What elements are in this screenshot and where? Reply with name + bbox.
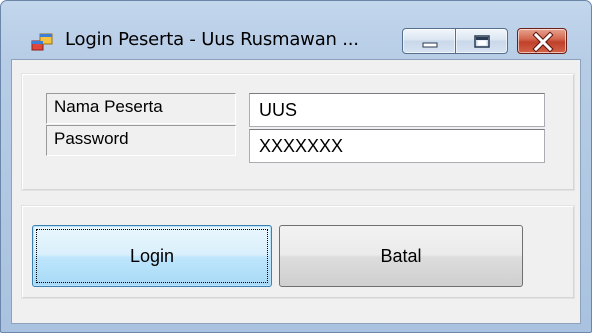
login-button[interactable]: Login (32, 225, 272, 287)
login-window: Login Peserta - Uus Rusmawan ... Nama Pe… (0, 0, 592, 333)
fields-panel: Nama Peserta Password (22, 74, 574, 190)
window-title: Login Peserta - Uus Rusmawan ... (65, 29, 359, 50)
password-input[interactable] (249, 129, 545, 163)
password-label: Password (46, 125, 236, 156)
batal-button-label: Batal (380, 245, 422, 266)
batal-button[interactable]: Batal (279, 225, 523, 287)
minimize-icon (422, 42, 438, 48)
minimize-button[interactable] (402, 28, 456, 54)
login-button-label: Login (129, 245, 175, 266)
maximize-icon (474, 35, 490, 48)
form-client-area: Nama Peserta Password Login Batal (11, 59, 581, 324)
close-icon (532, 31, 554, 53)
nama-peserta-input[interactable] (249, 93, 545, 127)
maximize-button[interactable] (455, 28, 508, 54)
close-button[interactable] (517, 28, 567, 54)
buttons-panel: Login Batal (22, 206, 574, 298)
title-bar[interactable]: Login Peserta - Uus Rusmawan ... (1, 1, 591, 59)
form-window-icon[interactable] (31, 32, 53, 54)
nama-peserta-label: Nama Peserta (46, 93, 236, 124)
